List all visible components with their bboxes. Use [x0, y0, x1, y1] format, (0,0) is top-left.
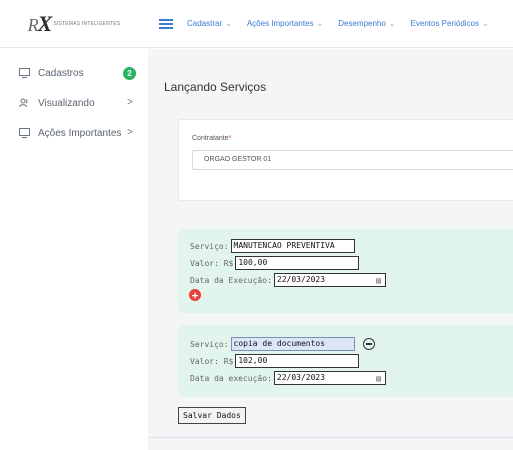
sidebar: RX SISTEMAS INTELIGENTES Cadastros 2 Vis… [0, 0, 148, 450]
valor-row: Valor: R$ 102,00 [190, 354, 360, 368]
servico-label: Serviço: [190, 339, 229, 349]
valor-input[interactable]: 100,00 [235, 256, 360, 270]
contratante-label-text: Contratante [192, 135, 229, 142]
servico-input[interactable]: MANUTENCAO PREVENTIVA [230, 239, 355, 253]
top-nav: Cadastrar ⌄ Ações Importantes ⌄ Desempenho… [187, 19, 504, 28]
date-value: 22/03/2023 [276, 275, 326, 284]
sidebar-item-cadastros[interactable]: Cadastros 2 [0, 58, 148, 88]
monitor-icon [18, 67, 30, 79]
calendar-icon[interactable]: ▤ [376, 275, 381, 287]
date-input[interactable]: 22/03/2023 ▤ [273, 371, 386, 385]
add-service-button[interactable]: + [189, 289, 201, 301]
servico-row: Serviço: MANUTENCAO PREVENTIVA [190, 239, 355, 253]
service-block: Serviço: MANUTENCAO PREVENTIVA Valor: R$… [178, 229, 513, 313]
chevron-down-icon: ⌄ [225, 19, 232, 28]
sidebar-item-visualizando[interactable]: Visualizando > [0, 88, 148, 118]
chevron-down-icon: ⌄ [482, 19, 489, 28]
page-title: Lançando Serviços [164, 80, 267, 94]
logo-mark: RX [27, 10, 53, 36]
chevron-right-icon: > [127, 97, 133, 108]
nav-label: Ações Importantes [246, 19, 314, 28]
hamburger-menu-icon[interactable] [159, 18, 173, 29]
servico-input[interactable]: copia de documentos [230, 337, 355, 351]
chevron-right-icon: > [127, 127, 133, 138]
sidebar-item-acoes-importantes[interactable]: Ações Importantes > [0, 118, 148, 148]
calendar-icon[interactable]: ▤ [376, 373, 381, 385]
data-row: Data da Execução: 22/03/2023 ▤ [190, 273, 386, 287]
servico-row: Serviço: copia de documentos [190, 337, 375, 351]
data-label: Data da execução: [190, 373, 272, 383]
valor-input[interactable]: 102,00 [235, 354, 360, 368]
contratante-card: Contratante* ORGAO GESTOR 01 [178, 119, 513, 201]
servico-label: Serviço: [190, 241, 229, 251]
chevron-down-icon: ⌄ [388, 19, 396, 28]
data-label: Data da Execução: [190, 275, 272, 285]
divider [148, 437, 513, 438]
main-content: Lançando Serviços Contratante* ORGAO GES… [148, 49, 513, 450]
contratante-select[interactable]: ORGAO GESTOR 01 [192, 150, 513, 170]
nav-cadastrar[interactable]: Cadastrar ⌄ [187, 19, 232, 28]
sidebar-item-label: Visualizando [38, 97, 95, 109]
valor-row: Valor: R$ 100,00 [190, 256, 360, 270]
save-button[interactable]: Salvar Dados [178, 407, 246, 424]
required-mark: * [228, 135, 232, 142]
nav-eventos-periodicos[interactable]: Eventos Periódicos ⌄ [411, 19, 489, 28]
chevron-down-icon: ⌄ [316, 19, 324, 28]
nav-label: Cadastrar [187, 19, 223, 28]
valor-label: Valor: R$ [190, 356, 234, 366]
nav-label: Eventos Periódicos [410, 19, 480, 28]
service-block: Serviço: copia de documentos Valor: R$ 1… [178, 325, 513, 397]
monitor-icon [18, 127, 30, 139]
data-row: Data da execução: 22/03/2023 ▤ [190, 371, 386, 385]
nav-label: Desempenho [338, 19, 386, 28]
count-badge: 2 [123, 67, 136, 80]
side-menu: Cadastros 2 Visualizando > Ações Importa… [0, 58, 148, 148]
sidebar-item-label: Cadastros [38, 67, 84, 79]
sidebar-item-label: Ações Importantes [38, 127, 122, 139]
nav-acoes-importantes[interactable]: Ações Importantes ⌄ [247, 19, 323, 28]
remove-service-button[interactable] [362, 338, 375, 350]
users-icon [18, 97, 30, 109]
contratante-label: Contratante* [192, 135, 231, 142]
date-input[interactable]: 22/03/2023 ▤ [273, 273, 386, 287]
top-navbar: Cadastrar ⌄ Ações Importantes ⌄ Desempenho… [148, 0, 513, 48]
logo[interactable]: RX SISTEMAS INTELIGENTES [0, 0, 148, 48]
date-value: 22/03/2023 [276, 373, 326, 382]
logo-text: SISTEMAS INTELIGENTES [53, 20, 121, 27]
valor-label: Valor: R$ [190, 258, 234, 268]
nav-desempenho[interactable]: Desempenho ⌄ [338, 19, 395, 28]
